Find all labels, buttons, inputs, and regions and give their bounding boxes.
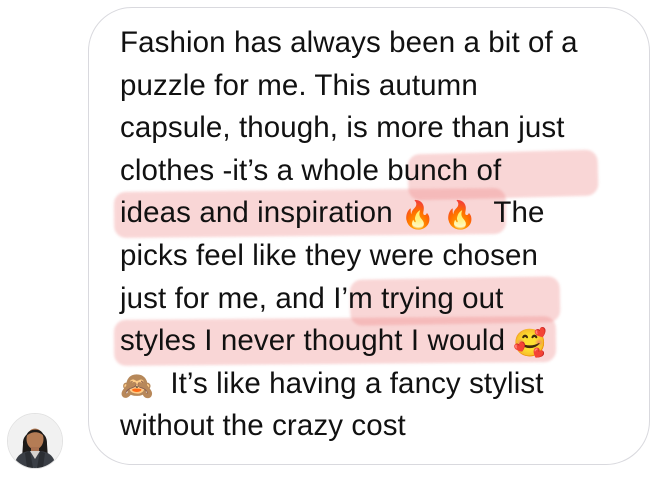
message-line: puzzle for me. This autumn <box>120 68 478 102</box>
message-fragment: ideas and inspiration <box>120 196 393 230</box>
fire-emoji-icon: 🔥 <box>401 200 435 232</box>
message-line: Fashion has always been a bit of a <box>120 26 578 59</box>
message-line: picks feel like they were chosen <box>120 238 539 272</box>
message-line: without the crazy cost <box>120 409 406 443</box>
message-line: capsule, though, is more than just <box>120 111 565 145</box>
message-line: 🙈 It’s like having a fancy stylist <box>120 363 630 406</box>
user-avatar-icon <box>8 414 62 468</box>
message-line: styles I never thought I would 🥰 <box>120 320 630 363</box>
message-fragment: styles I never thought I would <box>120 324 506 358</box>
message-line: just for me, and I’m trying out <box>120 281 504 315</box>
message-fragment: The <box>493 196 545 230</box>
smiling-face-with-hearts-emoji-icon: 🥰 <box>513 328 548 360</box>
message-fragment: It’s like having a fancy stylist <box>170 366 544 400</box>
see-no-evil-monkey-emoji-icon: 🙈 <box>120 370 154 402</box>
message-text: Fashion has always been a bit of a puzzl… <box>120 22 630 448</box>
message-line: ideas and inspiration 🔥 🔥 The <box>120 192 630 235</box>
message-line: clothes -it’s a whole bunch of <box>120 153 502 187</box>
user-avatar[interactable] <box>7 413 63 469</box>
fire-emoji-icon: 🔥 <box>443 200 477 232</box>
